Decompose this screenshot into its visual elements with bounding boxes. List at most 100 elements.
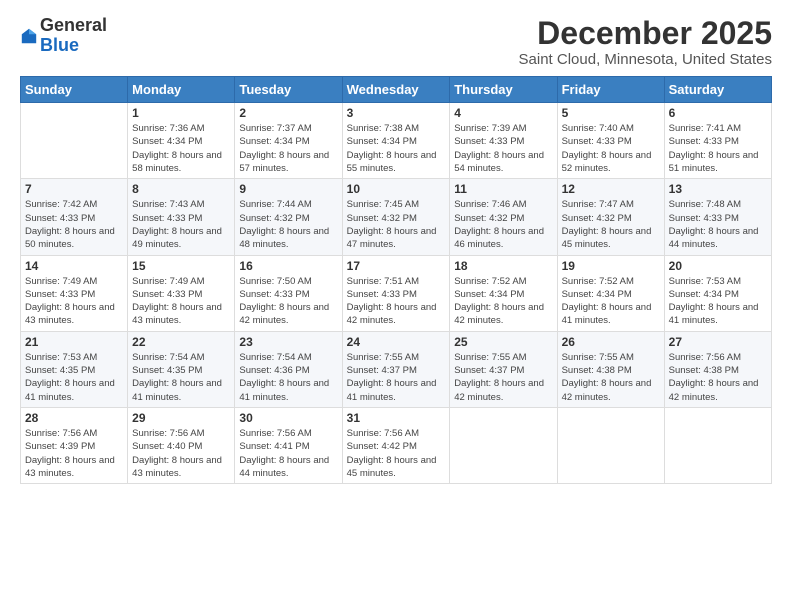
day-number: 11 [454, 182, 552, 196]
day-info: Sunrise: 7:52 AMSunset: 4:34 PMDaylight:… [454, 275, 552, 328]
day-number: 6 [669, 106, 767, 120]
day-info: Sunrise: 7:54 AMSunset: 4:35 PMDaylight:… [132, 351, 230, 404]
day-number: 8 [132, 182, 230, 196]
day-cell: 24 Sunrise: 7:55 AMSunset: 4:37 PMDayligh… [342, 331, 450, 407]
weekday-monday: Monday [128, 77, 235, 103]
day-number: 4 [454, 106, 552, 120]
day-info: Sunrise: 7:41 AMSunset: 4:33 PMDaylight:… [669, 122, 767, 175]
day-cell: 9 Sunrise: 7:44 AMSunset: 4:32 PMDaylight… [235, 179, 342, 255]
day-info: Sunrise: 7:36 AMSunset: 4:34 PMDaylight:… [132, 122, 230, 175]
calendar: SundayMondayTuesdayWednesdayThursdayFrid… [20, 76, 772, 484]
day-number: 31 [347, 411, 446, 425]
day-info: Sunrise: 7:52 AMSunset: 4:34 PMDaylight:… [562, 275, 660, 328]
day-cell [664, 407, 771, 483]
day-info: Sunrise: 7:50 AMSunset: 4:33 PMDaylight:… [239, 275, 337, 328]
week-row-4: 28 Sunrise: 7:56 AMSunset: 4:39 PMDayligh… [21, 407, 772, 483]
day-number: 21 [25, 335, 123, 349]
day-info: Sunrise: 7:56 AMSunset: 4:42 PMDaylight:… [347, 427, 446, 480]
day-cell [21, 103, 128, 179]
weekday-saturday: Saturday [664, 77, 771, 103]
logo: General Blue [20, 16, 107, 56]
day-number: 9 [239, 182, 337, 196]
day-cell: 15 Sunrise: 7:49 AMSunset: 4:33 PMDayligh… [128, 255, 235, 331]
day-cell: 30 Sunrise: 7:56 AMSunset: 4:41 PMDayligh… [235, 407, 342, 483]
day-info: Sunrise: 7:53 AMSunset: 4:35 PMDaylight:… [25, 351, 123, 404]
day-info: Sunrise: 7:55 AMSunset: 4:37 PMDaylight:… [347, 351, 446, 404]
day-number: 30 [239, 411, 337, 425]
weekday-sunday: Sunday [21, 77, 128, 103]
week-row-1: 7 Sunrise: 7:42 AMSunset: 4:33 PMDaylight… [21, 179, 772, 255]
day-number: 16 [239, 259, 337, 273]
day-number: 19 [562, 259, 660, 273]
day-info: Sunrise: 7:51 AMSunset: 4:33 PMDaylight:… [347, 275, 446, 328]
day-cell: 5Sunrise: 7:40 AMSunset: 4:33 PMDaylight… [557, 103, 664, 179]
day-cell: 22 Sunrise: 7:54 AMSunset: 4:35 PMDayligh… [128, 331, 235, 407]
day-info: Sunrise: 7:49 AMSunset: 4:33 PMDaylight:… [25, 275, 123, 328]
day-cell: 21 Sunrise: 7:53 AMSunset: 4:35 PMDayligh… [21, 331, 128, 407]
day-cell: 12Sunrise: 7:47 AMSunset: 4:32 PMDayligh… [557, 179, 664, 255]
day-cell: 28 Sunrise: 7:56 AMSunset: 4:39 PMDayligh… [21, 407, 128, 483]
day-number: 12 [562, 182, 660, 196]
day-number: 7 [25, 182, 123, 196]
day-info: Sunrise: 7:55 AMSunset: 4:38 PMDaylight:… [562, 351, 660, 404]
month-title: December 2025 [519, 16, 772, 51]
day-number: 17 [347, 259, 446, 273]
weekday-header-row: SundayMondayTuesdayWednesdayThursdayFrid… [21, 77, 772, 103]
day-info: Sunrise: 7:37 AMSunset: 4:34 PMDaylight:… [239, 122, 337, 175]
day-cell: 13 Sunrise: 7:48 AMSunset: 4:33 PMDayligh… [664, 179, 771, 255]
day-info: Sunrise: 7:48 AMSunset: 4:33 PMDaylight:… [669, 198, 767, 251]
day-cell: 1Sunrise: 7:36 AMSunset: 4:34 PMDaylight… [128, 103, 235, 179]
day-info: Sunrise: 7:49 AMSunset: 4:33 PMDaylight:… [132, 275, 230, 328]
day-cell: 19 Sunrise: 7:52 AMSunset: 4:34 PMDayligh… [557, 255, 664, 331]
title-area: December 2025 Saint Cloud, Minnesota, Un… [519, 16, 772, 68]
day-number: 15 [132, 259, 230, 273]
day-number: 18 [454, 259, 552, 273]
day-cell: 10 Sunrise: 7:45 AMSunset: 4:32 PMDayligh… [342, 179, 450, 255]
day-info: Sunrise: 7:54 AMSunset: 4:36 PMDaylight:… [239, 351, 337, 404]
day-info: Sunrise: 7:40 AMSunset: 4:33 PMDaylight:… [562, 122, 660, 175]
weekday-wednesday: Wednesday [342, 77, 450, 103]
logo-blue-text: Blue [40, 36, 107, 56]
day-number: 26 [562, 335, 660, 349]
weekday-tuesday: Tuesday [235, 77, 342, 103]
day-number: 24 [347, 335, 446, 349]
day-cell: 7 Sunrise: 7:42 AMSunset: 4:33 PMDaylight… [21, 179, 128, 255]
day-number: 23 [239, 335, 337, 349]
day-cell: 20Sunrise: 7:53 AMSunset: 4:34 PMDayligh… [664, 255, 771, 331]
day-cell: 11 Sunrise: 7:46 AMSunset: 4:32 PMDayligh… [450, 179, 557, 255]
day-number: 3 [347, 106, 446, 120]
page: General Blue December 2025 Saint Cloud, … [0, 0, 792, 612]
day-info: Sunrise: 7:45 AMSunset: 4:32 PMDaylight:… [347, 198, 446, 251]
day-info: Sunrise: 7:56 AMSunset: 4:41 PMDaylight:… [239, 427, 337, 480]
day-number: 13 [669, 182, 767, 196]
day-cell: 29Sunrise: 7:56 AMSunset: 4:40 PMDayligh… [128, 407, 235, 483]
day-cell [450, 407, 557, 483]
day-cell: 17 Sunrise: 7:51 AMSunset: 4:33 PMDayligh… [342, 255, 450, 331]
day-cell: 16 Sunrise: 7:50 AMSunset: 4:33 PMDayligh… [235, 255, 342, 331]
day-info: Sunrise: 7:42 AMSunset: 4:33 PMDaylight:… [25, 198, 123, 251]
week-row-2: 14Sunrise: 7:49 AMSunset: 4:33 PMDayligh… [21, 255, 772, 331]
day-cell: 14Sunrise: 7:49 AMSunset: 4:33 PMDayligh… [21, 255, 128, 331]
logo-text: General Blue [40, 16, 107, 56]
logo-icon [20, 27, 38, 45]
day-cell: 25Sunrise: 7:55 AMSunset: 4:37 PMDayligh… [450, 331, 557, 407]
day-info: Sunrise: 7:46 AMSunset: 4:32 PMDaylight:… [454, 198, 552, 251]
day-number: 28 [25, 411, 123, 425]
day-info: Sunrise: 7:56 AMSunset: 4:40 PMDaylight:… [132, 427, 230, 480]
day-cell: 18 Sunrise: 7:52 AMSunset: 4:34 PMDayligh… [450, 255, 557, 331]
day-info: Sunrise: 7:56 AMSunset: 4:39 PMDaylight:… [25, 427, 123, 480]
day-cell: 23 Sunrise: 7:54 AMSunset: 4:36 PMDayligh… [235, 331, 342, 407]
weekday-friday: Friday [557, 77, 664, 103]
day-cell: 27 Sunrise: 7:56 AMSunset: 4:38 PMDayligh… [664, 331, 771, 407]
logo-general-text: General [40, 16, 107, 36]
day-cell: 4Sunrise: 7:39 AMSunset: 4:33 PMDaylight… [450, 103, 557, 179]
day-info: Sunrise: 7:44 AMSunset: 4:32 PMDaylight:… [239, 198, 337, 251]
day-number: 10 [347, 182, 446, 196]
day-number: 27 [669, 335, 767, 349]
day-cell: 6 Sunrise: 7:41 AMSunset: 4:33 PMDaylight… [664, 103, 771, 179]
day-number: 22 [132, 335, 230, 349]
day-cell: 26 Sunrise: 7:55 AMSunset: 4:38 PMDayligh… [557, 331, 664, 407]
day-number: 20 [669, 259, 767, 273]
day-number: 25 [454, 335, 552, 349]
day-info: Sunrise: 7:56 AMSunset: 4:38 PMDaylight:… [669, 351, 767, 404]
